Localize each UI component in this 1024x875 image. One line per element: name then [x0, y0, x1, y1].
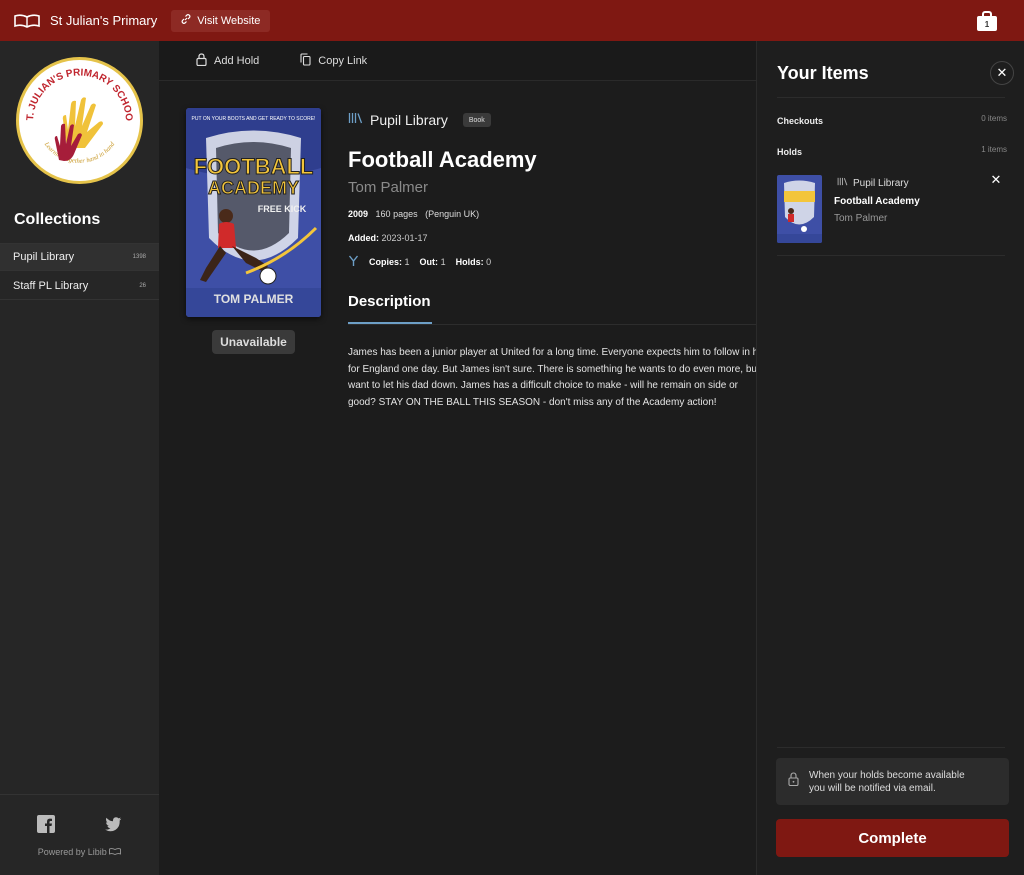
added-date: 2023-01-17	[381, 233, 428, 243]
book-title: Football Academy	[348, 147, 537, 172]
hold-item-thumbnail[interactable]	[777, 175, 822, 243]
description-line: want to let his dad down. James has a di…	[348, 380, 739, 391]
libib-book-icon	[109, 847, 122, 857]
close-icon: ✕	[996, 65, 1008, 80]
added-info: Added: 2023-01-17	[348, 233, 428, 243]
fork-icon	[348, 255, 359, 269]
add-hold-button[interactable]: Add Hold	[196, 52, 259, 69]
divider	[777, 255, 1005, 256]
book-author[interactable]: Tom Palmer	[348, 179, 428, 196]
description-line: for England one day. But James isn't sur…	[348, 363, 756, 375]
collection-count: 1398	[132, 254, 146, 260]
open-book-icon[interactable]	[14, 13, 40, 28]
divider	[777, 747, 1005, 748]
copy-icon	[300, 52, 311, 69]
cart-count-badge: 1	[977, 16, 997, 31]
hold-item-library-name: Pupil Library	[853, 177, 909, 189]
svg-text:PUT ON YOUR BOOTS AND GET READ: PUT ON YOUR BOOTS AND GET READY TO SCORE…	[192, 116, 316, 122]
lock-icon	[788, 772, 799, 791]
visit-website-label: Visit Website	[197, 14, 261, 27]
holds-notice: When your holds become available you wil…	[776, 758, 1009, 805]
tab-description[interactable]: Description	[348, 293, 431, 310]
collection-label: Staff PL Library	[13, 279, 89, 292]
school-name[interactable]: St Julian's Primary	[50, 13, 157, 28]
book-cover-image: PUT ON YOUR BOOTS AND GET READY TO SCORE…	[186, 108, 321, 317]
library-line: Pupil Library Book	[348, 111, 491, 129]
lock-icon	[196, 52, 207, 69]
hold-item-library: Pupil Library	[837, 177, 909, 189]
tab-divider	[348, 324, 756, 325]
link-icon	[181, 14, 191, 27]
publisher: (Penguin UK)	[425, 209, 480, 219]
close-icon: ✕	[990, 172, 1002, 187]
item-detail: Add Hold Copy Link PUT ON YOUR BOOTS AND…	[159, 41, 756, 875]
checkouts-label: Checkouts	[777, 116, 824, 126]
holds-count: 1 items	[981, 145, 1007, 154]
collection-label: Pupil Library	[13, 251, 75, 263]
page-count: 160 pages	[375, 209, 418, 219]
copy-stats: Copies: 1 Out: 1 Holds: 0	[348, 255, 491, 269]
sidebar-footer: Powered by Libib	[0, 794, 159, 875]
facebook-icon[interactable]	[37, 815, 55, 833]
availability-status-button[interactable]: Unavailable	[212, 330, 295, 354]
visit-website-button[interactable]: Visit Website	[171, 9, 271, 32]
cart-button[interactable]: 1	[976, 10, 998, 32]
holds-label: Holds	[777, 147, 803, 157]
your-items-panel: Your Items ✕ Checkouts 0 items Holds 1 i…	[756, 41, 1024, 875]
collection-count: 26	[139, 282, 146, 289]
out-label: Out:	[419, 257, 439, 267]
publication-info: 2009 160 pages (Penguin UK)	[348, 209, 479, 219]
powered-by-label[interactable]: Powered by Libib	[0, 847, 159, 857]
remove-hold-button[interactable]: ✕	[989, 173, 1003, 187]
book-description: James has been a junior player at United…	[348, 345, 756, 415]
holds-value: 0	[486, 257, 492, 267]
sidebar-item-staff-pl-library[interactable]: Staff PL Library 26	[0, 272, 159, 300]
publication-year: 2009	[348, 209, 369, 219]
description-line: good? STAY ON THE BALL THIS SEASON - don…	[348, 396, 717, 408]
item-toolbar: Add Hold Copy Link	[159, 41, 756, 81]
added-label: Added:	[348, 233, 379, 243]
copies-value: 1	[404, 257, 410, 267]
library-name[interactable]: Pupil Library	[370, 112, 448, 128]
sidebar: ST. JULIAN'S PRIMARY SCHOOL Learning tog…	[0, 41, 159, 875]
sidebar-item-pupil-library[interactable]: Pupil Library 1398	[0, 243, 159, 271]
copy-link-button[interactable]: Copy Link	[300, 52, 367, 69]
panel-title: Your Items	[777, 63, 869, 83]
notice-line: When your holds become available	[809, 769, 965, 781]
hold-item-title[interactable]: Football Academy	[834, 196, 920, 207]
notice-line: you will be notified via email.	[809, 782, 936, 794]
top-bar: St Julian's Primary Visit Website 1	[0, 0, 1024, 41]
description-line: James has been a junior player at United…	[348, 347, 756, 358]
twitter-icon[interactable]	[104, 815, 122, 833]
library-shelf-icon	[348, 111, 363, 129]
divider	[777, 97, 1005, 98]
library-shelf-icon	[837, 177, 848, 189]
out-value: 1	[440, 257, 446, 267]
svg-text:FREE KICK: FREE KICK	[258, 204, 307, 214]
copies-label: Copies:	[369, 257, 403, 267]
svg-text:FOOTBALL: FOOTBALL	[194, 154, 314, 179]
complete-button[interactable]: Complete	[776, 819, 1009, 857]
svg-text:ACADEMY: ACADEMY	[208, 178, 299, 198]
close-panel-button[interactable]: ✕	[990, 61, 1014, 85]
checkouts-count: 0 items	[981, 114, 1007, 123]
svg-text:ST. JULIAN'S PRIMARY SCHOOL: ST. JULIAN'S PRIMARY SCHOOL	[19, 60, 134, 122]
collections-title: Collections	[14, 211, 101, 228]
hold-item-author: Tom Palmer	[834, 213, 888, 224]
holds-label: Holds:	[455, 257, 484, 267]
school-logo[interactable]: ST. JULIAN'S PRIMARY SCHOOL Learning tog…	[16, 57, 143, 184]
item-type-badge: Book	[462, 113, 491, 127]
svg-text:TOM PALMER: TOM PALMER	[214, 292, 294, 306]
